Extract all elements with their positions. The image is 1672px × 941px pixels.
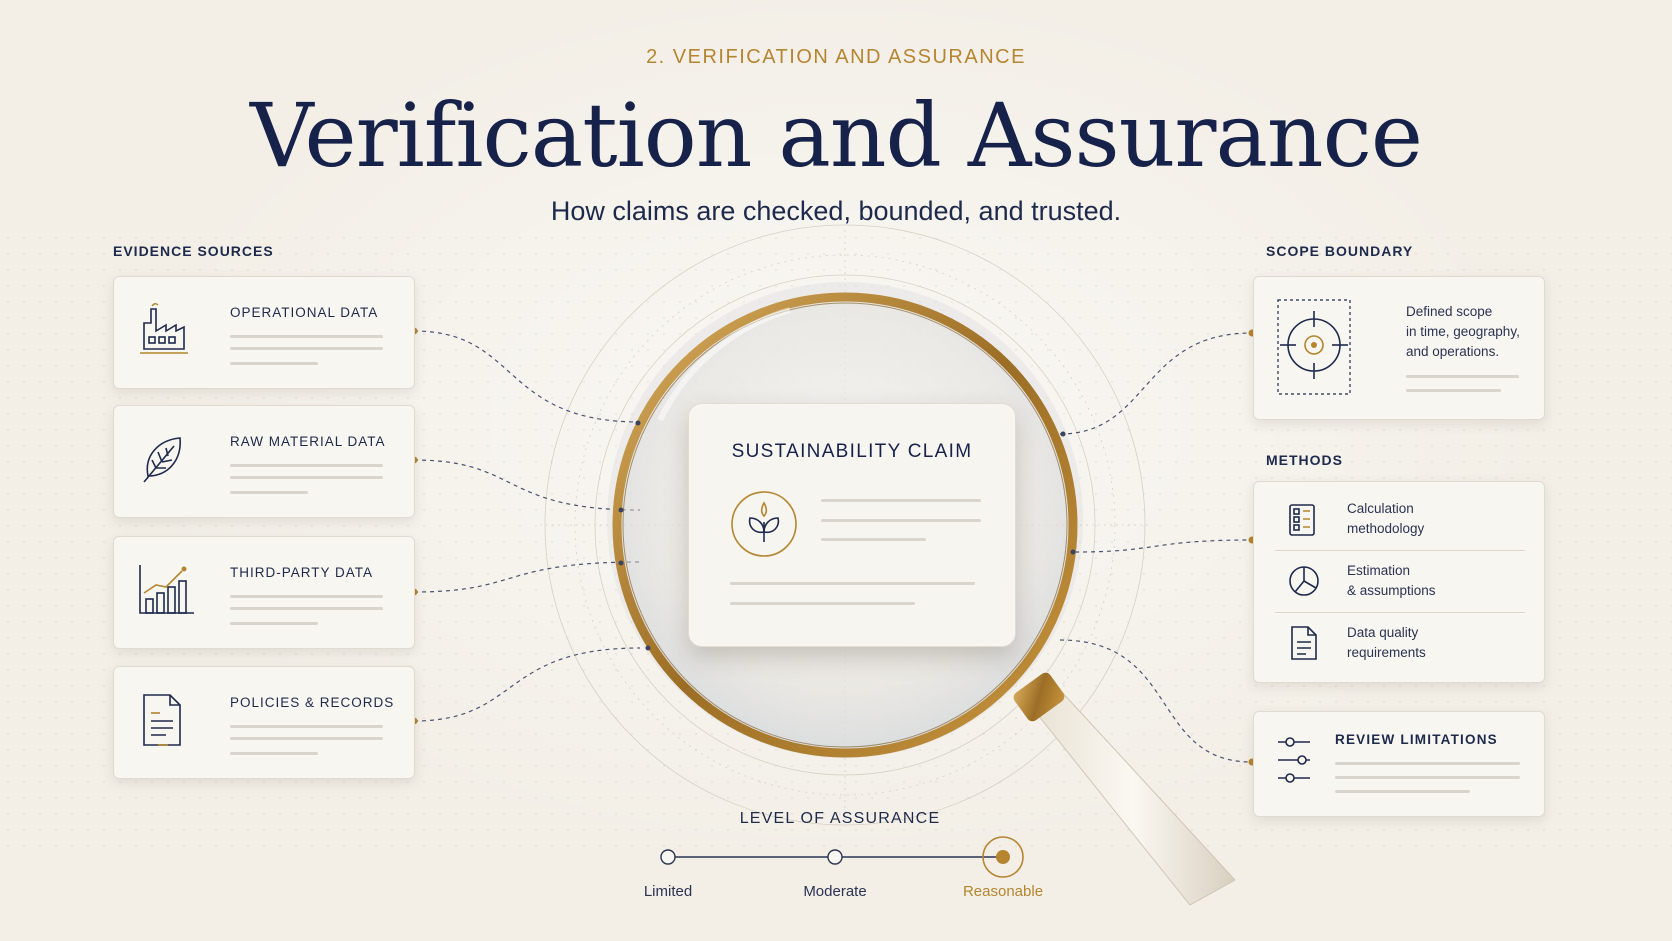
sliders-icon xyxy=(1278,737,1310,783)
assurance-point-reasonable xyxy=(996,850,1010,864)
level-of-assurance-label: LEVEL OF ASSURANCE xyxy=(739,810,941,827)
assurance-scale xyxy=(660,836,1024,878)
bar-chart-icon xyxy=(139,565,194,614)
document-icon xyxy=(143,694,181,746)
target-icon xyxy=(1277,299,1351,395)
review-limitations-card: REVIEW LIMITATIONS xyxy=(1253,711,1545,817)
scope-text-line-1: Defined scope xyxy=(1406,304,1493,319)
evidence-card-raw-material: RAW MATERIAL DATA xyxy=(113,405,415,518)
method-text: Estimation xyxy=(1347,563,1411,578)
evidence-card-title: OPERATIONAL DATA xyxy=(230,305,379,320)
assurance-level-reasonable: Reasonable xyxy=(962,883,1044,900)
scope-text-line-3: and operations. xyxy=(1406,344,1500,359)
magnifier-handle xyxy=(1013,672,1236,906)
infographic: 2. VERIFICATION AND ASSURANCE Verificati… xyxy=(0,0,1672,941)
sustainability-claim-card: SUSTAINABILITY CLAIM xyxy=(688,403,1016,647)
leaf-icon xyxy=(143,437,181,483)
method-text: & assumptions xyxy=(1347,583,1436,598)
document-icon xyxy=(1291,626,1317,660)
right-connectors xyxy=(1059,332,1253,763)
claim-title: SUSTAINABILITY CLAIM xyxy=(731,441,973,462)
method-text: requirements xyxy=(1347,645,1426,660)
scope-text-line-2: in time, geography, xyxy=(1406,324,1520,339)
review-limitations-title: REVIEW LIMITATIONS xyxy=(1335,732,1498,747)
evidence-card-title: RAW MATERIAL DATA xyxy=(230,434,386,449)
methods-label: METHODS xyxy=(1266,452,1343,468)
assurance-point-moderate xyxy=(827,849,843,865)
evidence-sources-label: EVIDENCE SOURCES xyxy=(113,243,274,259)
scope-boundary-card: Defined scope in time, geography, and op… xyxy=(1253,276,1545,420)
page-title: Verification and Assurance xyxy=(250,84,1423,187)
factory-icon xyxy=(140,303,188,354)
calculator-icon xyxy=(1289,504,1315,536)
sprout-icon xyxy=(731,491,797,557)
evidence-card-policies: POLICIES & RECORDS xyxy=(113,666,415,779)
assurance-level-moderate: Moderate xyxy=(803,883,867,900)
evidence-card-title: THIRD-PARTY DATA xyxy=(230,565,374,580)
assurance-point-limited xyxy=(660,849,676,865)
evidence-card-operational: OPERATIONAL DATA xyxy=(113,276,415,389)
methods-card: Calculation methodology Estimation & ass… xyxy=(1253,481,1545,683)
evidence-card-third-party: THIRD-PARTY DATA xyxy=(113,536,415,649)
evidence-connectors xyxy=(413,330,641,722)
method-text: Calculation xyxy=(1347,501,1414,516)
evidence-card-title: POLICIES & RECORDS xyxy=(230,695,395,710)
section-eyebrow: 2. VERIFICATION AND ASSURANCE xyxy=(646,46,1026,68)
method-text: Data quality xyxy=(1347,625,1419,640)
method-text: methodology xyxy=(1347,521,1425,536)
scope-boundary-label: SCOPE BOUNDARY xyxy=(1266,243,1414,259)
assurance-level-limited: Limited xyxy=(643,883,693,900)
pie-chart-icon xyxy=(1289,566,1319,596)
page-subtitle: How claims are checked, bounded, and tru… xyxy=(550,196,1122,226)
